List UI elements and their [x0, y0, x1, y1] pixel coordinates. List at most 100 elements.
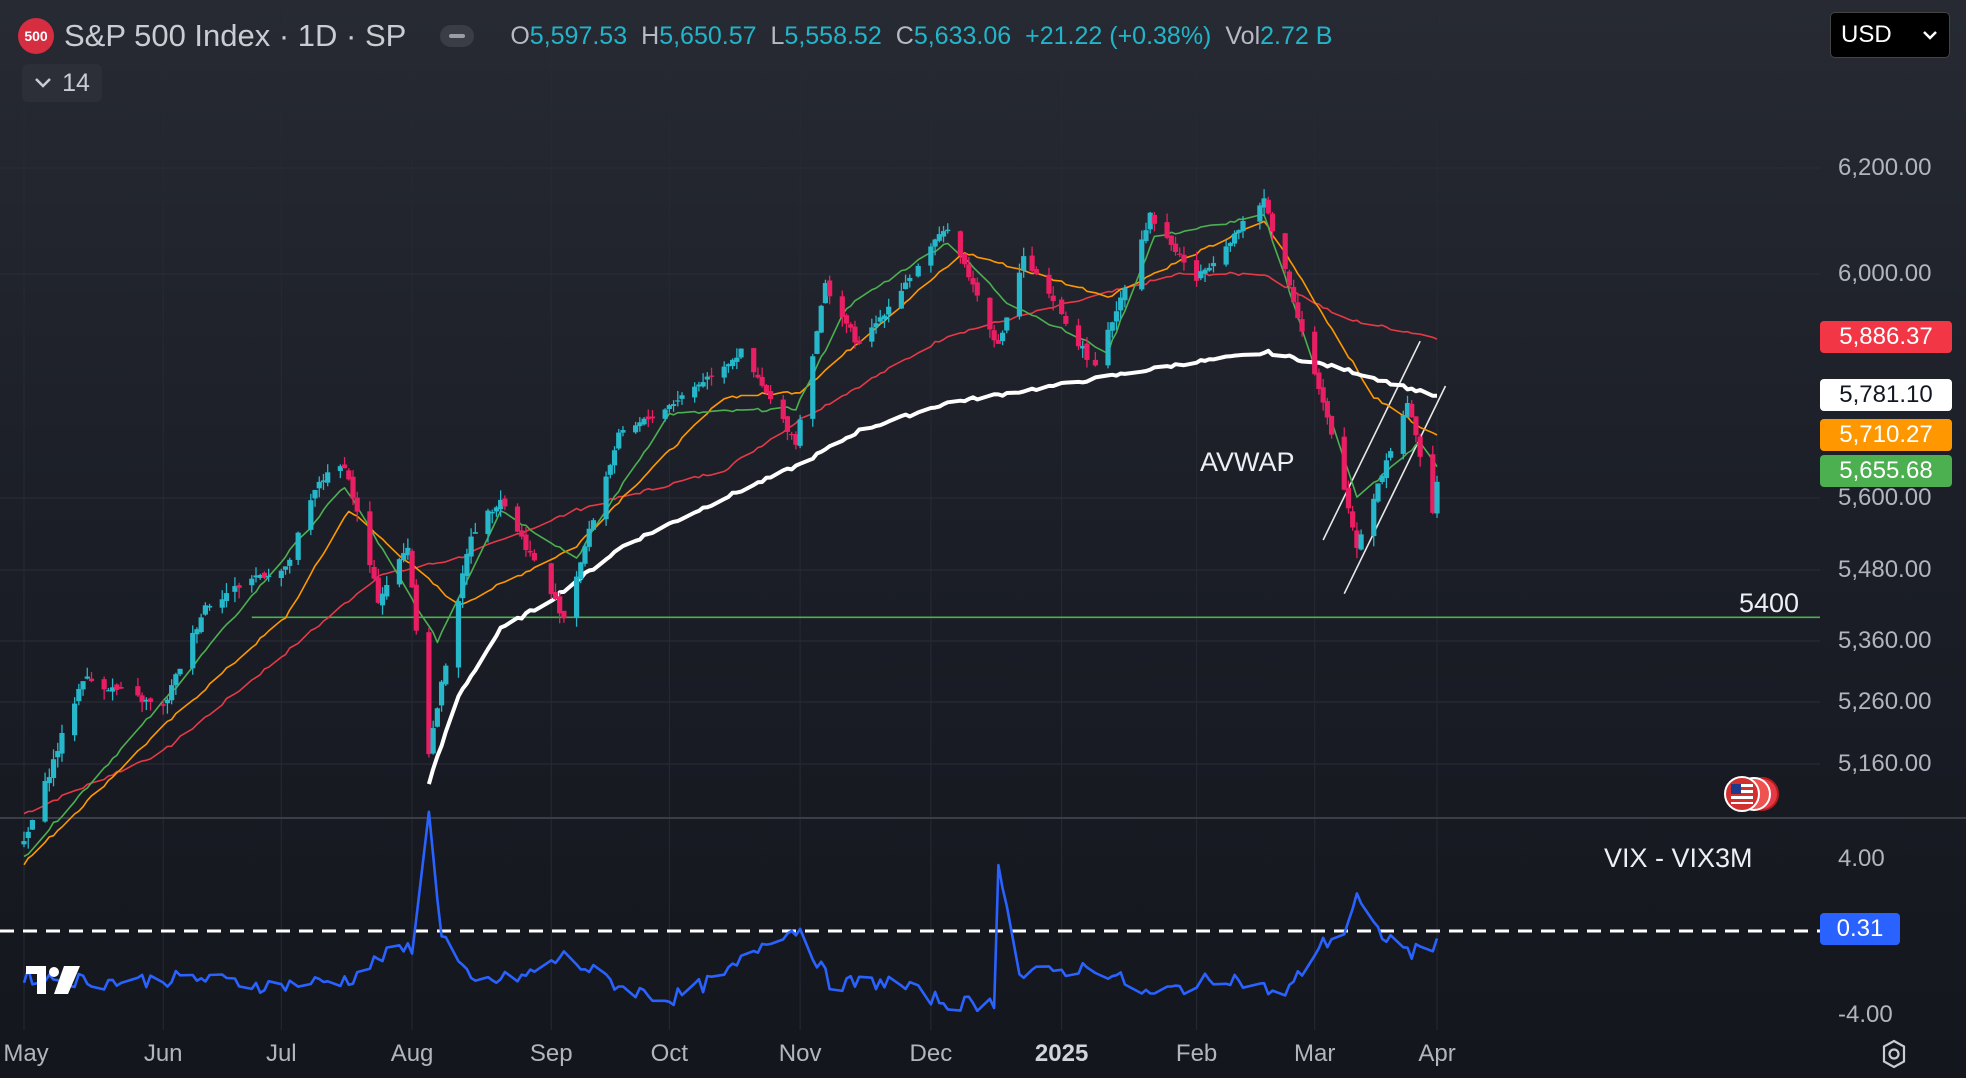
candle [367, 501, 373, 574]
candle-body [1375, 483, 1381, 502]
candle-body [84, 676, 90, 679]
candle-body [413, 584, 419, 631]
candle [1181, 246, 1187, 271]
candle-body [514, 506, 521, 532]
candle-body [759, 376, 765, 386]
candle-body [438, 681, 445, 706]
candle [147, 697, 154, 711]
events-icon[interactable] [1722, 774, 1782, 814]
indicator-count: 14 [62, 68, 90, 97]
candle [1004, 317, 1010, 334]
candle-body [485, 510, 491, 535]
chevron-down-icon [35, 78, 51, 88]
tradingview-logo-icon[interactable] [24, 962, 88, 998]
chevron-down-icon [1923, 31, 1937, 40]
candle-body [578, 562, 584, 580]
currency-select[interactable]: USD [1830, 12, 1950, 58]
candle [1350, 505, 1356, 531]
candle-body [1345, 488, 1352, 509]
candle [590, 518, 597, 531]
candle-body [169, 685, 175, 701]
price-tick-label: 5,160.00 [1838, 750, 1932, 777]
price-tick-label: 6,200.00 [1838, 154, 1932, 181]
candle-body [670, 404, 677, 406]
candle [751, 347, 757, 378]
candle [409, 548, 415, 588]
symbol-title[interactable]: S&P 500 Index · 1D · SP [64, 18, 406, 54]
candle [413, 579, 419, 635]
hide-toggle-icon[interactable] [440, 25, 475, 47]
candle-body [316, 481, 322, 489]
ema-slow-line [23, 271, 1438, 815]
candle-body [1168, 235, 1174, 245]
candle-body [1400, 415, 1406, 454]
last-value-label: 5,886.37 [1820, 321, 1952, 353]
candle [278, 568, 284, 587]
candle-body [991, 330, 997, 341]
candle-body [839, 296, 845, 318]
candle [84, 667, 90, 680]
time-tick-label: Aug [390, 1040, 434, 1067]
last-value-label: 5,655.68 [1820, 455, 1952, 487]
candle-body [190, 632, 196, 669]
candle-body [72, 703, 78, 736]
candle-body [1240, 221, 1246, 232]
candle [1417, 433, 1423, 467]
candle [1075, 318, 1082, 351]
candle [434, 707, 440, 728]
candle-body [101, 679, 107, 690]
candle [384, 576, 390, 600]
candle-body [784, 416, 791, 432]
time-tick-label: Feb [1175, 1040, 1218, 1067]
candle-body [50, 759, 57, 778]
ema-fast-line [23, 214, 1438, 858]
indicators-collapse-button[interactable]: 14 [22, 64, 102, 102]
candle-body [974, 282, 980, 296]
candle-body [708, 375, 715, 377]
candle-body [692, 386, 698, 398]
ema-mid-line [23, 220, 1438, 866]
candle [561, 610, 567, 623]
candle-body [1109, 322, 1115, 331]
candle-body [1139, 239, 1145, 290]
candle [818, 304, 824, 334]
chart-canvas[interactable] [0, 0, 1966, 1078]
candle-body [797, 419, 803, 446]
candle-body [586, 528, 592, 547]
candle-body [1341, 436, 1347, 490]
candle [1312, 326, 1318, 376]
candle-body [856, 340, 862, 344]
candle [670, 400, 677, 412]
candle-body [25, 831, 31, 839]
open-value: O5,597.53 [510, 21, 628, 50]
candle-body [1257, 205, 1263, 222]
candle-body [548, 563, 554, 595]
candle [1375, 483, 1381, 503]
volume-value: Vol2.72 B [1225, 21, 1333, 50]
settings-gear-icon[interactable] [1878, 1038, 1910, 1070]
price-tick-label: 5,600.00 [1838, 484, 1932, 511]
candle-body [1177, 253, 1183, 255]
candle-body [1388, 451, 1394, 458]
candle-body [1206, 267, 1212, 271]
last-value-label: 5,710.27 [1820, 419, 1952, 451]
candle [1194, 251, 1200, 287]
candle [485, 508, 491, 543]
candle-body [987, 297, 993, 330]
time-tick-label: Jun [143, 1040, 183, 1067]
candle-body [810, 356, 816, 419]
candle-body [1269, 213, 1276, 232]
candle-body [325, 472, 331, 483]
moving-averages [23, 214, 1438, 866]
candle [1341, 427, 1347, 491]
candle-body [573, 576, 580, 618]
candle-body [738, 348, 744, 358]
candle [1092, 351, 1098, 367]
candle-body [1265, 199, 1271, 214]
candle-body [1316, 372, 1322, 389]
candle-body [945, 229, 951, 232]
candle-body [147, 698, 154, 702]
candle-body [430, 728, 436, 754]
candle-body [59, 733, 65, 754]
candle [29, 819, 36, 831]
